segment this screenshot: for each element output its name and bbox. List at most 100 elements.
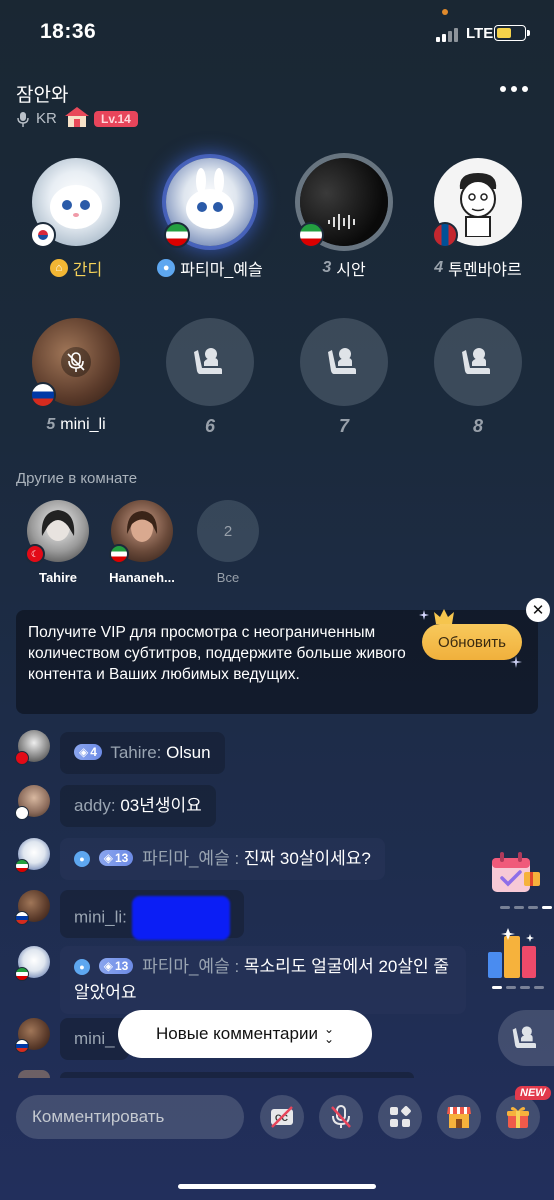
avatar[interactable] — [298, 158, 388, 248]
gift-icon — [507, 1107, 529, 1128]
shop-button[interactable] — [437, 1095, 481, 1139]
new-comments-label: Новые комментарии — [155, 1024, 318, 1043]
carousel-indicator — [500, 906, 554, 909]
avatar[interactable] — [30, 318, 120, 408]
level-badge: ◈ 4 — [74, 744, 102, 760]
gift-calendar-icon[interactable] — [486, 846, 542, 896]
flag-ir-icon — [15, 859, 29, 873]
seat-name: mini_li — [60, 416, 106, 433]
avatar[interactable] — [432, 158, 522, 248]
avatar[interactable] — [30, 158, 120, 248]
network-type: LTE — [466, 25, 494, 42]
chat-message[interactable]: ◈ 4 Tahire: Olsun — [60, 732, 225, 774]
chat-avatar[interactable] — [15, 890, 50, 925]
house-icon — [65, 107, 89, 127]
flag-ir-icon — [15, 967, 29, 981]
chat-message[interactable]: ● ◈ 13 파티마_예슬 : 목소리도 얼굴에서 20살인 줄 알았어요 — [60, 946, 466, 1014]
speaking-wave-icon — [328, 214, 355, 230]
privacy-indicator-dot — [442, 9, 448, 15]
seat-number: 5 — [46, 416, 56, 433]
avatar[interactable] — [109, 500, 173, 564]
seat-name: 간디 — [72, 262, 103, 279]
ranking-icon[interactable] — [484, 926, 542, 980]
seat-name: 시안 — [336, 262, 366, 279]
seat-2[interactable]: ● 파티마_예슬 — [145, 158, 275, 280]
chat-username[interactable]: 파티마_예슬 : — [142, 957, 239, 976]
new-comments-button[interactable]: Новые комментарии ⌄ ⌄ — [118, 1010, 372, 1058]
seat-number: 4 — [434, 259, 444, 276]
seat-number: 7 — [338, 416, 349, 436]
chat-message[interactable]: ● ◈ 13 파티마_예슬 : 진짜 30살이세요? — [60, 838, 385, 880]
seat-icon — [512, 1026, 536, 1048]
chat-message[interactable]: mini_li: — [60, 890, 244, 940]
status-time: 18:36 — [40, 20, 97, 43]
chat-text: 진짜 30살이세요? — [243, 849, 371, 868]
censored-content — [131, 896, 230, 940]
chat-username[interactable]: 파티마_예슬 : — [142, 849, 239, 868]
mic-icon — [17, 112, 29, 127]
other-user[interactable]: ☾ Tahire — [18, 500, 98, 585]
chat-username[interactable]: mini_ — [74, 1029, 115, 1048]
seat-4[interactable]: 4 투멘바야르 — [413, 158, 543, 280]
chat-text: 03년생이요 — [120, 796, 202, 815]
chat-username[interactable]: mini_li: — [74, 907, 127, 926]
store-icon — [447, 1107, 471, 1128]
apps-button[interactable] — [378, 1095, 422, 1139]
battery-icon — [494, 25, 530, 41]
double-chevron-down-icon: ⌄ ⌄ — [323, 1022, 335, 1046]
avatar[interactable]: ☾ — [25, 500, 89, 564]
chat-avatar[interactable] — [15, 946, 50, 981]
other-user-name: Tahire — [38, 570, 78, 585]
take-seat-button[interactable] — [498, 1010, 554, 1066]
mic-toggle-button[interactable] — [319, 1095, 363, 1139]
empty-seat-6[interactable]: 6 — [145, 318, 275, 437]
chat-avatar[interactable] — [15, 1018, 50, 1053]
person-photo-image — [126, 511, 158, 542]
user-badge-icon: ● — [74, 851, 90, 867]
upgrade-button[interactable]: Обновить — [422, 624, 522, 660]
new-badge: NEW — [515, 1086, 551, 1100]
empty-seat-8[interactable]: 8 — [413, 318, 543, 437]
avatar[interactable] — [164, 158, 254, 248]
other-user[interactable]: Hananeh... — [102, 500, 182, 585]
seat-icon — [328, 348, 356, 374]
subtitles-off-button[interactable]: CC — [260, 1095, 304, 1139]
all-users-button[interactable]: 2 Все — [188, 500, 268, 585]
chat-message[interactable]: addy: 03년생이요 — [60, 785, 216, 827]
signal-icon — [436, 26, 464, 42]
room-title[interactable]: 잠안와 — [16, 80, 68, 107]
level-value: 4 — [90, 745, 97, 759]
vip-banner-text: Получите VIP для просмотра с неограничен… — [28, 624, 406, 683]
level-icon: ◈ — [103, 959, 113, 973]
chat-avatar[interactable] — [15, 785, 50, 820]
chat-username[interactable]: Tahire: — [110, 743, 161, 762]
empty-seat-slot[interactable] — [166, 318, 254, 406]
subtitles-off-icon: CC — [271, 1106, 293, 1128]
seat-5[interactable]: 5 mini_li — [11, 318, 141, 434]
seat-name: 투멘바야르 — [448, 262, 522, 279]
chat-avatar[interactable] — [15, 838, 50, 873]
others-count: 2 — [197, 500, 259, 562]
more-options-button[interactable] — [500, 86, 528, 92]
home-indicator — [178, 1184, 376, 1189]
other-user-name: Hananeh... — [109, 570, 175, 585]
chat-avatar[interactable] — [15, 730, 50, 765]
comment-input[interactable]: Комментировать — [16, 1095, 244, 1139]
close-icon[interactable]: ✕ — [526, 598, 550, 622]
seat-1[interactable]: ⌂ 간디 — [11, 158, 141, 280]
gift-button[interactable] — [496, 1095, 540, 1139]
chat-username[interactable]: addy: — [74, 796, 116, 815]
host-icon: ⌂ — [49, 259, 68, 277]
all-label: Все — [216, 570, 240, 585]
flag-ir-icon — [164, 222, 190, 248]
seat-icon — [194, 348, 222, 374]
seat-name: 파티마_예슬 — [180, 262, 263, 279]
empty-seat-7[interactable]: 7 — [279, 318, 409, 437]
seat-3[interactable]: 3 시안 — [279, 158, 409, 280]
chat-avatar-partial — [18, 1070, 50, 1078]
empty-seat-slot[interactable] — [300, 318, 388, 406]
level-badge: ◈ 13 — [98, 958, 134, 974]
chat-message-partial — [60, 1072, 414, 1078]
empty-seat-slot[interactable] — [434, 318, 522, 406]
seat-number: 8 — [472, 416, 483, 436]
